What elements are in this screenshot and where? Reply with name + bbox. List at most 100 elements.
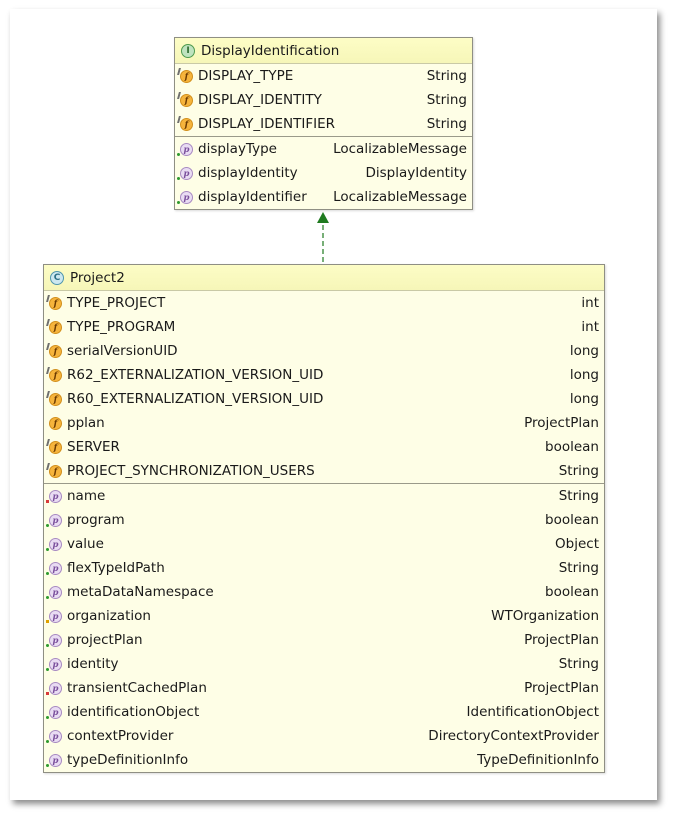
property-name: contextProvider [67,728,174,744]
property-row[interactable]: p typeDefinitionInfo TypeDefinitionInfo [44,748,604,772]
property-type: ProjectPlan [524,680,599,696]
property-type: ProjectPlan [524,632,599,648]
static-final-field-icon: f [177,116,193,131]
property-name: identificationObject [67,704,200,720]
field-row[interactable]: f TYPE_PROGRAM int [44,315,604,339]
property-row[interactable]: p name String [44,484,604,508]
property-row[interactable]: p displayIdentity DisplayIdentity [175,161,472,185]
property-name: transientCachedPlan [67,680,207,696]
field-type: String [426,92,467,108]
field-row[interactable]: f DISPLAY_TYPE String [175,64,472,88]
property-name: displayType [198,141,277,157]
field-row[interactable]: f PROJECT_SYNCHRONIZATION_USERS String [44,459,604,483]
property-icon: p [46,657,62,671]
field-type: String [426,68,467,84]
field-name: SERVER [67,439,120,455]
property-icon: p [46,609,62,623]
field-name: DISPLAY_IDENTITY [198,92,322,108]
property-name: identity [67,656,119,672]
property-type: LocalizableMessage [333,141,467,157]
property-icon: p [177,142,193,156]
static-final-field-icon: f [46,463,62,478]
field-name: TYPE_PROJECT [67,295,166,311]
property-name: projectPlan [67,632,143,648]
property-name: typeDefinitionInfo [67,752,189,768]
property-icon: p [177,190,193,204]
interface-name: DisplayIdentification [201,42,340,59]
field-row[interactable]: f serialVersionUID long [44,339,604,363]
static-final-field-icon: f [46,343,62,358]
property-row[interactable]: p projectPlan ProjectPlan [44,628,604,652]
class-box-project2[interactable]: C Project2 f TYPE_PROJECT int f TYPE_PROGRAM… [43,264,605,773]
static-final-field-icon: f [177,92,193,107]
field-name: serialVersionUID [67,343,178,359]
field-row[interactable]: f SERVER boolean [44,435,604,459]
property-icon: p [46,633,62,647]
property-icon: p [46,753,62,767]
property-icon: p [46,585,62,599]
static-final-field-icon: f [46,295,62,310]
static-final-field-icon: f [177,68,193,83]
property-row[interactable]: p metaDataNamespace boolean [44,580,604,604]
property-type: String [558,656,599,672]
field-row[interactable]: f DISPLAY_IDENTIFIER String [175,112,472,136]
field-icon: f [48,416,62,430]
class-name: Project2 [70,269,125,286]
field-name: R60_EXTERNALIZATION_VERSION_UID [67,391,324,407]
field-name: PROJECT_SYNCHRONIZATION_USERS [67,463,315,479]
field-row[interactable]: f R62_EXTERNALIZATION_VERSION_UID long [44,363,604,387]
property-type: boolean [545,584,599,600]
field-type: long [569,343,599,359]
property-row[interactable]: p displayIdentifier LocalizableMessage [175,185,472,209]
property-type: String [558,488,599,504]
property-row[interactable]: p contextProvider DirectoryContextProvider [44,724,604,748]
property-name: metaDataNamespace [67,584,214,600]
field-type: long [569,391,599,407]
property-name: program [67,512,125,528]
interface-header[interactable]: I DisplayIdentification [175,38,472,64]
property-row[interactable]: p identity String [44,652,604,676]
field-type: long [569,367,599,383]
interface-icon: I [181,43,195,58]
field-name: DISPLAY_IDENTIFIER [198,116,335,132]
property-icon: p [177,166,193,180]
field-type: ProjectPlan [524,415,599,431]
property-row[interactable]: p displayType LocalizableMessage [175,137,472,161]
class-header[interactable]: C Project2 [44,265,604,291]
field-name: R62_EXTERNALIZATION_VERSION_UID [67,367,324,383]
field-row[interactable]: f R60_EXTERNALIZATION_VERSION_UID long [44,387,604,411]
property-name: organization [67,608,151,624]
field-row[interactable]: f TYPE_PROJECT int [44,291,604,315]
property-row[interactable]: p transientCachedPlan ProjectPlan [44,676,604,700]
property-type: Object [555,536,599,552]
property-row[interactable]: p program boolean [44,508,604,532]
realization-arrowhead [317,212,329,223]
interface-box-displayidentification[interactable]: I DisplayIdentification f DISPLAY_TYPE Str… [174,37,473,210]
property-type: boolean [545,512,599,528]
property-name: displayIdentity [198,165,298,181]
field-row[interactable]: f DISPLAY_IDENTITY String [175,88,472,112]
field-type: String [558,463,599,479]
property-icon: p [46,489,62,503]
static-final-field-icon: f [46,367,62,382]
property-type: DirectoryContextProvider [428,728,599,744]
property-row[interactable]: p organization WTOrganization [44,604,604,628]
class-icon: C [50,270,64,285]
diagram-canvas: I DisplayIdentification f DISPLAY_TYPE Str… [10,9,657,800]
property-name: value [67,536,104,552]
static-final-field-icon: f [46,391,62,406]
field-type: String [426,116,467,132]
field-name: TYPE_PROGRAM [67,319,176,335]
field-name: DISPLAY_TYPE [198,68,294,84]
static-final-field-icon: f [46,439,62,454]
property-type: String [558,560,599,576]
property-type: TypeDefinitionInfo [477,752,599,768]
property-row[interactable]: p value Object [44,532,604,556]
property-icon: p [46,729,62,743]
field-row[interactable]: f pplan ProjectPlan [44,411,604,435]
property-icon: p [46,537,62,551]
property-row[interactable]: p identificationObject IdentificationObjec… [44,700,604,724]
property-icon: p [46,681,62,695]
property-row[interactable]: p flexTypeIdPath String [44,556,604,580]
static-final-field-icon: f [46,319,62,334]
